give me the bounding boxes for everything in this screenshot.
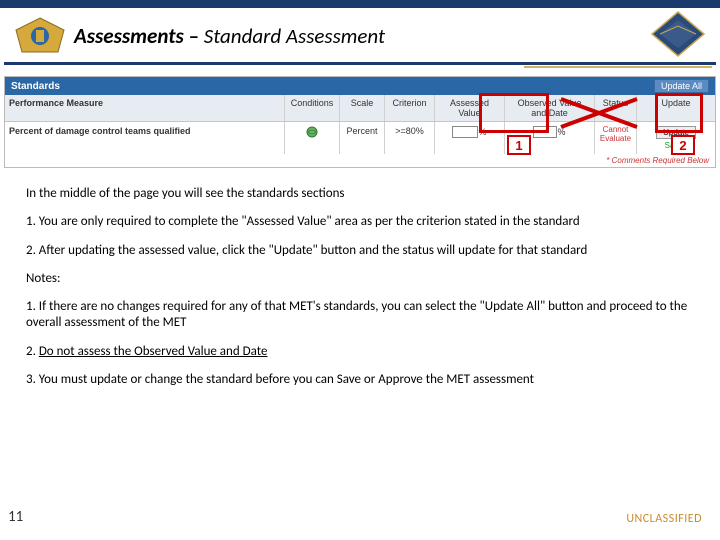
col-assessed-value: Assessed Value: [435, 95, 505, 121]
status-cannot-line2: Evaluate: [599, 135, 632, 144]
av-suffix: %: [478, 127, 486, 137]
header-rule: [0, 62, 720, 68]
notes-label: Notes:: [26, 271, 694, 287]
col-criterion: Criterion: [385, 95, 435, 121]
col-scale: Scale: [340, 95, 385, 121]
classification-label: UNCLASSIFIED: [626, 512, 702, 526]
observed-value-input[interactable]: [533, 126, 557, 138]
header: Assessments – Standard Assessment: [0, 8, 720, 62]
comments-required-note: * Comments Required Below: [5, 154, 715, 167]
globe-icon[interactable]: [306, 126, 318, 138]
intro-text: In the middle of the page you will see t…: [26, 186, 694, 202]
standards-header-bar: Standards Update All: [5, 77, 715, 95]
update-all-button[interactable]: Update All: [654, 79, 709, 93]
note-3: 3. You must update or change the standar…: [26, 372, 694, 388]
cell-criterion: >=80%: [385, 122, 435, 154]
cell-assessed-value: %: [435, 122, 505, 154]
point-1: 1. You are only required to complete the…: [26, 214, 694, 230]
col-performance-measure: Performance Measure: [5, 95, 285, 121]
note-2-underline: Do not assess the Observed Value and Dat…: [39, 344, 268, 359]
top-accent-bar: [0, 0, 720, 8]
page-title: Assessments – Standard Assessment: [74, 23, 385, 49]
note-2-prefix: 2.: [26, 344, 39, 359]
callout-1: 1: [507, 135, 531, 155]
body-content: In the middle of the page you will see t…: [0, 168, 720, 388]
col-conditions: Conditions: [285, 95, 340, 121]
ov-suffix: %: [557, 127, 565, 137]
note-2: 2. Do not assess the Observed Value and …: [26, 344, 694, 360]
table-row: Percent of damage control teams qualifie…: [5, 122, 715, 154]
callout-2-label: 2: [679, 138, 686, 153]
note-1: 1. If there are no changes required for …: [26, 299, 694, 332]
callout-1-label: 1: [515, 138, 522, 153]
callout-2: 2: [671, 135, 695, 155]
page-number: 11: [8, 508, 23, 526]
col-update: Update: [637, 95, 715, 121]
assessed-value-input[interactable]: [452, 126, 478, 138]
title-bold: Assessments –: [74, 23, 204, 49]
standards-screenshot: Standards Update All Performance Measure…: [4, 76, 716, 168]
point-2: 2. After updating the assessed value, cl…: [26, 243, 694, 259]
standards-label: Standards: [11, 81, 60, 92]
cell-status: Cannot Evaluate: [595, 122, 637, 154]
col-status: Status: [595, 95, 637, 121]
col-observed-value-date: Observed Value and Date: [505, 95, 595, 121]
logo-left-emblem-icon: [14, 16, 66, 56]
cell-conditions: [285, 122, 340, 154]
column-headers: Performance Measure Conditions Scale Cri…: [5, 95, 715, 122]
cell-scale: Percent: [340, 122, 385, 154]
cell-performance-measure: Percent of damage control teams qualifie…: [5, 122, 285, 154]
logo-right-emblem-icon: [650, 10, 706, 58]
title-rest: Standard Assessment: [204, 23, 385, 49]
